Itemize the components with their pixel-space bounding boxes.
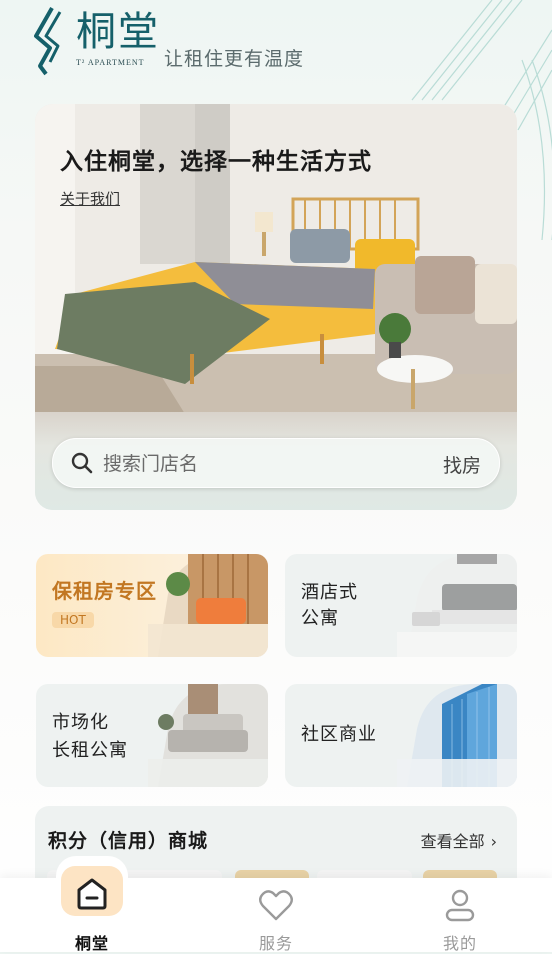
heart-icon xyxy=(259,890,293,921)
tab-profile[interactable]: 我的 xyxy=(368,878,552,953)
view-all-link[interactable]: 查看全部 › xyxy=(421,828,497,852)
brand: 桐堂 T² APARTMENT xyxy=(76,8,160,67)
brand-subtitle: T² APARTMENT xyxy=(76,58,145,67)
tab-label: 我的 xyxy=(442,934,477,953)
about-us-link[interactable]: 关于我们 xyxy=(60,188,120,209)
chevron-right-icon: › xyxy=(490,832,497,851)
search-input[interactable] xyxy=(101,447,425,481)
glass-building-photo xyxy=(397,684,517,787)
tab-label: 桐堂 xyxy=(74,934,109,953)
tab-label: 服务 xyxy=(258,934,293,953)
section-title: 积分（信用）商城 xyxy=(48,830,209,852)
card-serviced-apartment[interactable]: 酒店式 公寓 xyxy=(285,554,517,657)
brand-name: 桐堂 xyxy=(76,9,160,55)
orange-chair-photo xyxy=(148,554,268,657)
app-header: 桐堂 T² APARTMENT 让租住更有温度 xyxy=(30,6,530,76)
card-title: 保租房专区 xyxy=(52,579,157,603)
search-icon xyxy=(71,452,93,474)
slogan: 让租住更有温度 xyxy=(164,48,305,70)
tab-home[interactable]: 桐堂 xyxy=(0,856,184,953)
view-all-label: 查看全部 xyxy=(420,832,485,851)
living-room-photo xyxy=(397,554,517,657)
card-title-line1: 市场化 xyxy=(52,712,109,733)
hot-badge: HOT xyxy=(52,612,94,628)
sofa-room-photo xyxy=(148,684,268,787)
card-title: 社区商业 xyxy=(301,724,377,745)
find-room-button[interactable]: 找房 xyxy=(443,451,481,478)
store-search-bar[interactable]: 找房 xyxy=(52,438,500,488)
bottom-tab-bar: 桐堂 服务 我的 xyxy=(0,856,552,953)
home-icon xyxy=(77,878,107,910)
tab-services[interactable]: 服务 xyxy=(184,878,368,953)
hero-title: 入住桐堂，选择一种生活方式 xyxy=(60,149,372,175)
brand-logo-icon xyxy=(34,7,62,76)
hero-banner[interactable]: 入住桐堂，选择一种生活方式 关于我们 找房 xyxy=(35,104,517,510)
card-affordable-rental[interactable]: 保租房专区 HOT xyxy=(36,554,268,657)
user-icon xyxy=(445,889,475,922)
card-title-line2: 公寓 xyxy=(301,608,339,629)
card-title-line2: 长租公寓 xyxy=(52,740,128,761)
card-long-term-rental[interactable]: 市场化 长租公寓 xyxy=(36,684,268,787)
card-community-commerce[interactable]: 社区商业 xyxy=(285,684,517,787)
